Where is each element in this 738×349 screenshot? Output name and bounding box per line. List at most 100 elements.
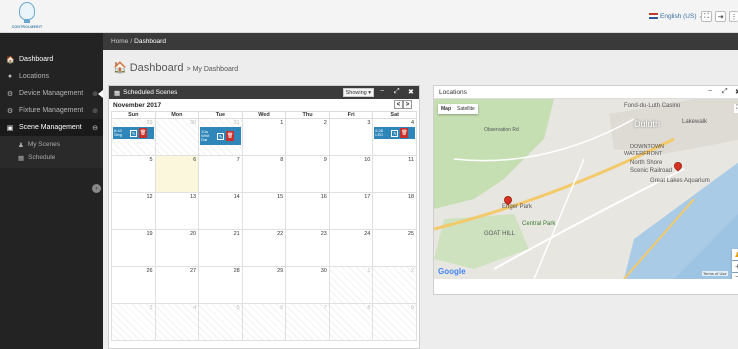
delete-icon[interactable]: 🗑 bbox=[400, 128, 409, 138]
day-cell[interactable]: 13 bbox=[154, 192, 200, 230]
language-selector[interactable]: English (US) ⌄ bbox=[649, 12, 704, 20]
day-cell[interactable]: 5 bbox=[111, 155, 156, 193]
day-cell[interactable]: 9 bbox=[285, 155, 330, 193]
pegman-icon[interactable]: ♟ bbox=[732, 249, 738, 260]
day-number: 5 bbox=[149, 157, 153, 163]
edit-icon[interactable]: ✎ bbox=[130, 129, 137, 137]
day-cell[interactable]: 9 bbox=[372, 303, 417, 341]
day-cell[interactable]: 29 bbox=[241, 266, 287, 304]
day-cell[interactable]: 2 bbox=[372, 266, 417, 304]
day-cell-today[interactable]: 6 bbox=[154, 155, 200, 193]
day-number: 30 bbox=[320, 268, 327, 274]
calendar-event[interactable]: 10a Whit Dar ✎ 🗑 bbox=[200, 127, 242, 145]
day-cell[interactable]: 16 bbox=[285, 192, 330, 230]
day-number: 26 bbox=[146, 268, 153, 274]
day-cell[interactable]: 1 bbox=[328, 266, 374, 304]
zoom-out-button[interactable]: − bbox=[732, 272, 738, 279]
breadcrumb-home[interactable]: Home bbox=[111, 38, 128, 45]
day-cell[interactable]: 8 bbox=[328, 303, 374, 341]
day-cell[interactable]: 4 6:26 LED ✎ 🗑 bbox=[372, 118, 417, 156]
day-number: 8 bbox=[280, 157, 284, 163]
map-type-map-button[interactable]: Map bbox=[438, 104, 454, 114]
day-cell[interactable]: 2 bbox=[285, 118, 330, 156]
event-label: 10a Whit Dar bbox=[201, 129, 210, 142]
sidebar-item-scene-management[interactable]: ▣ Scene Management ⊖ bbox=[0, 119, 103, 136]
home-icon: 🏠 bbox=[6, 56, 15, 64]
day-cell[interactable]: 27 bbox=[154, 266, 200, 304]
day-cell[interactable]: 10 bbox=[328, 155, 374, 193]
day-cell[interactable]: 28 bbox=[198, 266, 243, 304]
map-label: Great Lakes Aquarium bbox=[650, 178, 710, 184]
day-number: 5 bbox=[236, 305, 240, 311]
calendar-week: 29 8:43 Sing ✎ 🗑 30 3 1 10a Whit Dar ✎ 🗑 … bbox=[111, 118, 417, 156]
delete-icon[interactable]: 🗑 bbox=[226, 131, 235, 141]
calendar-grid: Sun Mon Tue Wed Thu Fri Sat 29 8:43 Sing… bbox=[111, 111, 417, 341]
day-cell[interactable]: 29 8:43 Sing ✎ 🗑 bbox=[111, 118, 156, 156]
day-cell[interactable]: 23 bbox=[285, 229, 330, 267]
close-icon[interactable]: ✖ bbox=[408, 88, 414, 96]
day-cell[interactable]: 11 bbox=[372, 155, 417, 193]
collapse-minus-icon[interactable]: ⊖ bbox=[92, 124, 98, 132]
day-cell[interactable]: 3 bbox=[328, 118, 374, 156]
day-cell[interactable]: 1 bbox=[241, 118, 287, 156]
day-cell[interactable]: 4 bbox=[154, 303, 200, 341]
day-cell[interactable]: 15 bbox=[241, 192, 287, 230]
map-view[interactable]: Map Satellite ⛶ Fond-du-Luth Casino Dulu… bbox=[434, 99, 738, 279]
edit-icon[interactable]: ✎ bbox=[391, 129, 399, 137]
sidebar-item-my-scenes[interactable]: ♟ My Scenes bbox=[0, 138, 103, 151]
day-cell[interactable]: 7 bbox=[198, 155, 243, 193]
day-cell[interactable]: 14 bbox=[198, 192, 243, 230]
day-cell[interactable]: 22 bbox=[241, 229, 287, 267]
expand-plus-icon[interactable]: ⊕ bbox=[92, 107, 98, 115]
map-fullscreen-icon[interactable]: ⛶ bbox=[734, 104, 738, 113]
day-cell[interactable]: 21 bbox=[198, 229, 243, 267]
day-cell[interactable]: 20 bbox=[154, 229, 200, 267]
day-cell[interactable]: 17 bbox=[328, 192, 374, 230]
day-cell[interactable]: 12 bbox=[111, 192, 156, 230]
sidebar-item-fixture-management[interactable]: ⚙ Fixture Management ⊕ bbox=[0, 102, 103, 119]
sidebar-item-schedule[interactable]: ▦ Schedule bbox=[0, 151, 103, 164]
weekday-label: Sat bbox=[372, 111, 417, 119]
day-cell[interactable]: 30 bbox=[154, 118, 200, 156]
day-cell[interactable]: 3 bbox=[111, 303, 156, 341]
day-cell[interactable]: 19 bbox=[111, 229, 156, 267]
app-logo[interactable]: CONTROLMERIT bbox=[4, 2, 50, 31]
sidebar-item-locations[interactable]: ● Locations bbox=[0, 68, 103, 85]
minimize-icon[interactable]: − bbox=[708, 88, 712, 95]
sidebar-item-device-management[interactable]: ⚙ Device Management ⊕ bbox=[0, 85, 103, 102]
fullscreen-button[interactable]: ⛶ bbox=[701, 11, 712, 22]
zoom-in-button[interactable]: + bbox=[732, 261, 738, 272]
day-cell[interactable]: 5 bbox=[198, 303, 243, 341]
day-cell[interactable]: 6 bbox=[241, 303, 287, 341]
expand-icon[interactable]: ⤢ bbox=[394, 88, 400, 96]
day-cell[interactable]: 26 bbox=[111, 266, 156, 304]
delete-icon[interactable]: 🗑 bbox=[139, 128, 147, 138]
map-type-toggle: Map Satellite bbox=[438, 104, 478, 114]
day-cell[interactable]: 18 bbox=[372, 192, 417, 230]
showing-dropdown[interactable]: Showing ▾ bbox=[342, 88, 374, 97]
prev-month-button[interactable]: < bbox=[394, 100, 403, 109]
sidebar-item-dashboard[interactable]: 🏠 Dashboard bbox=[0, 51, 103, 68]
day-cell[interactable]: 8 bbox=[241, 155, 287, 193]
sidebar-collapse-button[interactable]: ‹ bbox=[92, 184, 101, 193]
calendar-event[interactable]: 6:26 LED ✎ 🗑 bbox=[374, 127, 416, 139]
expand-icon[interactable]: ⤢ bbox=[722, 88, 728, 96]
next-month-button[interactable]: > bbox=[403, 100, 412, 109]
map-type-satellite-button[interactable]: Satellite bbox=[454, 104, 478, 114]
weekday-label: Sun bbox=[111, 111, 156, 119]
day-cell[interactable]: 31 10a Whit Dar ✎ 🗑 bbox=[198, 118, 243, 156]
day-cell[interactable]: 7 bbox=[285, 303, 330, 341]
map-label: North Shore bbox=[630, 160, 663, 166]
day-cell[interactable]: 30 bbox=[285, 266, 330, 304]
day-number: 27 bbox=[190, 268, 197, 274]
edit-icon[interactable]: ✎ bbox=[217, 132, 225, 140]
terms-link[interactable]: Terms of Use bbox=[702, 271, 728, 276]
day-number: 11 bbox=[408, 157, 414, 163]
more-button[interactable]: ⋮ bbox=[729, 11, 738, 22]
logout-button[interactable]: ⇥ bbox=[715, 11, 726, 22]
minimize-icon[interactable]: − bbox=[380, 88, 384, 95]
calendar-event[interactable]: 8:43 Sing ✎ 🗑 bbox=[113, 127, 154, 139]
day-number: 19 bbox=[146, 231, 153, 237]
day-cell[interactable]: 25 bbox=[372, 229, 417, 267]
day-cell[interactable]: 24 bbox=[328, 229, 374, 267]
